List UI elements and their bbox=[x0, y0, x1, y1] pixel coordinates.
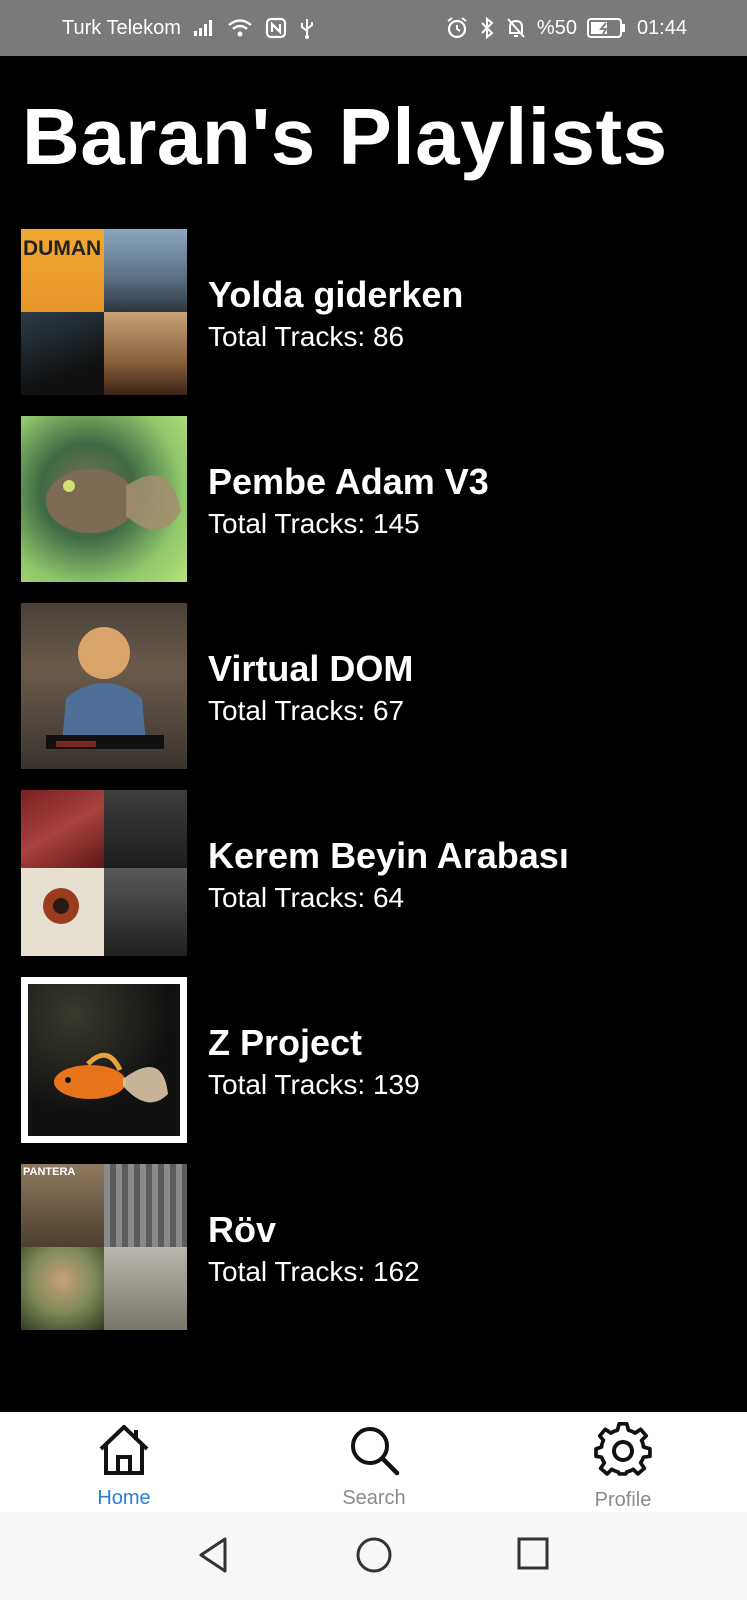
playlist-track-count: Total Tracks: 145 bbox=[208, 508, 420, 539]
status-bar: Turk Telekom %50 01:44 bbox=[0, 0, 747, 56]
alarm-icon bbox=[445, 16, 469, 40]
nav-label-search: Search bbox=[342, 1487, 406, 1509]
playlist-item[interactable]: PANTERA Röv Total Tracks: 162 bbox=[21, 1164, 721, 1351]
nav-profile[interactable]: Profile bbox=[563, 1421, 683, 1512]
home-circle-icon[interactable] bbox=[355, 1536, 393, 1579]
mute-bell-icon bbox=[505, 16, 527, 40]
playlist-track-count: Total Tracks: 67 bbox=[208, 695, 405, 726]
recents-icon[interactable] bbox=[516, 1536, 550, 1577]
playlist-item[interactable]: DUMAN Yolda giderken Total Tracks: 86 bbox=[21, 229, 721, 416]
playlist-cover: DUMAN bbox=[21, 229, 187, 395]
album-art-text: DUMAN bbox=[23, 237, 102, 260]
playlist-cover bbox=[21, 790, 187, 956]
playlist-track-count: Total Tracks: 86 bbox=[208, 321, 405, 352]
playlist-item[interactable]: Kerem Beyin Arabası Total Tracks: 64 bbox=[21, 790, 721, 977]
back-icon[interactable] bbox=[196, 1536, 230, 1579]
playlist-cover bbox=[21, 603, 187, 769]
carrier-name: Turk Telekom bbox=[62, 16, 181, 39]
bottom-nav: Home Search Profile bbox=[0, 1412, 747, 1512]
playlist-track-count: Total Tracks: 139 bbox=[208, 1069, 420, 1100]
playlist-item[interactable]: Virtual DOM Total Tracks: 67 bbox=[21, 603, 721, 790]
bluetooth-icon bbox=[479, 16, 495, 40]
playlist-name: Pembe Adam V3 bbox=[208, 461, 489, 502]
playlist-name: Kerem Beyin Arabası bbox=[208, 835, 569, 876]
playlist-item[interactable]: Pembe Adam V3 Total Tracks: 145 bbox=[21, 416, 721, 603]
playlist-cover: PANTERA bbox=[21, 1164, 187, 1330]
playlist-track-count: Total Tracks: 162 bbox=[208, 1256, 420, 1287]
nav-label-home: Home bbox=[97, 1487, 151, 1509]
playlist-name: Röv bbox=[208, 1209, 277, 1250]
nav-home[interactable]: Home bbox=[64, 1422, 184, 1512]
battery-percent: %50 bbox=[536, 16, 577, 39]
wifi-icon bbox=[227, 18, 253, 38]
gear-icon bbox=[594, 1421, 652, 1485]
playlist-list: DUMAN Yolda giderken Total Tracks: 86 Pe… bbox=[21, 229, 721, 1351]
search-icon bbox=[346, 1422, 402, 1483]
playlist-cover bbox=[21, 977, 187, 1143]
battery-icon bbox=[586, 17, 627, 39]
playlist-name: Virtual DOM bbox=[208, 648, 414, 689]
usb-icon bbox=[299, 17, 315, 39]
playlist-name: Yolda giderken bbox=[208, 274, 464, 315]
nav-label-profile: Profile bbox=[594, 1489, 652, 1511]
clock: 01:44 bbox=[636, 16, 687, 39]
page-title: Baran's Playlists bbox=[22, 92, 668, 181]
nav-search[interactable]: Search bbox=[314, 1422, 434, 1512]
album-art-text: PANTERA bbox=[23, 1166, 76, 1178]
home-icon bbox=[95, 1422, 153, 1483]
playlist-track-count: Total Tracks: 64 bbox=[208, 882, 405, 913]
signal-icon bbox=[193, 19, 215, 37]
playlist-name: Z Project bbox=[208, 1022, 363, 1063]
playlist-cover bbox=[21, 416, 187, 582]
system-nav-bar bbox=[0, 1512, 747, 1600]
nfc-icon bbox=[265, 17, 287, 39]
playlist-item[interactable]: Z Project Total Tracks: 139 bbox=[21, 977, 721, 1164]
